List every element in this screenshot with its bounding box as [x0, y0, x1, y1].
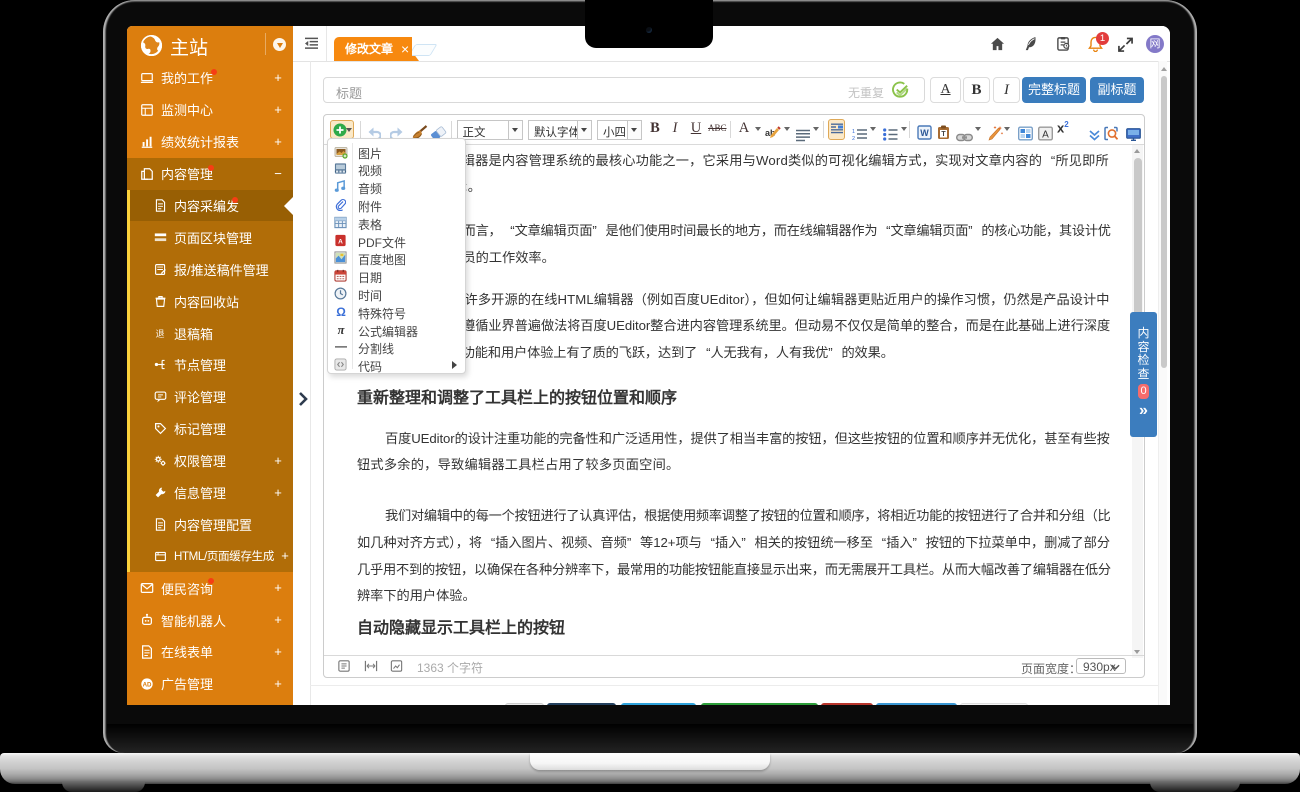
svg-text:T: T: [941, 131, 946, 138]
svg-text:A: A: [1042, 130, 1049, 141]
svg-text:A: A: [338, 238, 343, 245]
svg-text:W: W: [920, 128, 929, 138]
svg-text:2: 2: [852, 136, 855, 142]
svg-text:AD: AD: [143, 681, 152, 688]
svg-text:1: 1: [852, 129, 855, 135]
